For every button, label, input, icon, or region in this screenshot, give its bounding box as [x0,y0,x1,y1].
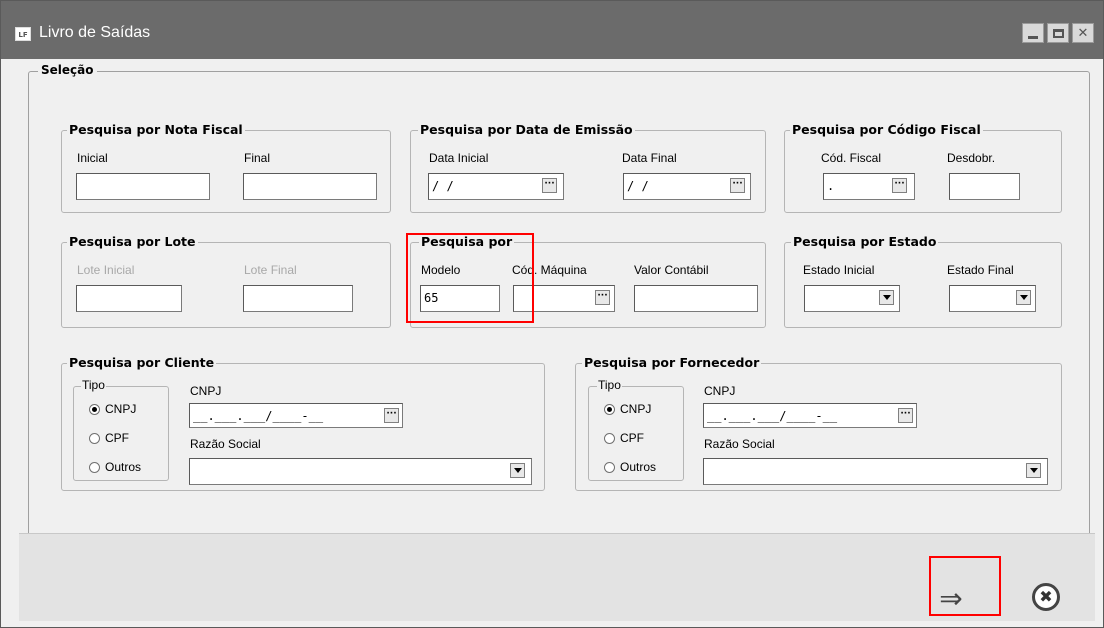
cliente-radio-cnpj[interactable]: CNPJ [89,402,136,416]
cliente-razao-social-dropdown-button[interactable] [510,463,525,478]
livro-de-saidas-window: LF Livro de Saídas ✕ Seleção Pesquisa po… [0,0,1104,628]
fornecedor-radio-cnpj-label: CNPJ [620,402,652,416]
fornecedor-radio-cpf-label: CPF [620,431,644,445]
nota-final-label: Final [244,151,271,165]
lote-inicial-input[interactable] [76,285,182,312]
fornecedor-cnpj-input[interactable]: __.___.___/____-__ [703,403,917,428]
app-logo-icon: LF [15,27,31,41]
estado-final-dropdown-button[interactable] [1016,290,1031,305]
fornecedor-cnpj-ellipsis-button[interactable]: ··· [898,408,913,423]
cancel-button[interactable]: ✖ [1029,580,1063,614]
radio-unselected-icon [604,461,615,473]
cod-fiscal-ellipsis-button[interactable]: ··· [892,178,907,193]
fornecedor-radio-cpf[interactable]: CPF [604,431,644,445]
nota-inicial-input[interactable] [76,173,210,200]
data-inicial-ellipsis-button[interactable]: ··· [542,178,557,193]
selecao-legend: Seleção [38,63,97,77]
cod-maquina-ellipsis-button[interactable]: ··· [595,290,610,305]
window-title: Livro de Saídas [39,24,151,41]
cliente-legend: Pesquisa por Cliente [67,355,217,370]
cancel-icon: ✖ [1032,583,1060,611]
cliente-cnpj-ellipsis-button[interactable]: ··· [384,408,399,423]
nota-inicial-label: Inicial [77,151,108,165]
nota-fiscal-legend: Pesquisa por Nota Fiscal [67,122,245,137]
data-emissao-group [410,130,766,213]
lote-legend: Pesquisa por Lote [67,234,198,249]
chevron-down-icon [1019,295,1028,300]
estado-inicial-dropdown-button[interactable] [879,290,894,305]
fornecedor-radio-outros-label: Outros [620,460,657,474]
valor-contabil-input[interactable] [634,285,758,312]
radio-selected-icon [604,403,615,415]
fornecedor-legend: Pesquisa por Fornecedor [582,355,762,370]
radio-unselected-icon [89,432,100,444]
chevron-down-icon [513,468,522,473]
estado-legend: Pesquisa por Estado [791,234,939,249]
minimize-button[interactable] [1022,23,1044,43]
valor-contabil-label: Valor Contábil [634,263,709,277]
close-button[interactable]: ✕ [1072,23,1094,43]
fornecedor-razao-social-select[interactable] [703,458,1048,485]
data-emissao-legend: Pesquisa por Data de Emissão [418,122,635,137]
fornecedor-razao-social-label: Razão Social [704,437,775,451]
nota-final-input[interactable] [243,173,377,200]
lote-final-label: Lote Final [244,263,297,277]
nota-fiscal-group [61,130,391,213]
cliente-radio-cpf-label: CPF [105,431,129,445]
cliente-radio-cnpj-label: CNPJ [105,402,137,416]
modelo-highlight-box [406,233,534,323]
codigo-fiscal-legend: Pesquisa por Código Fiscal [790,122,983,137]
data-final-label: Data Final [622,151,677,165]
fornecedor-radio-cnpj[interactable]: CNPJ [604,402,651,416]
fornecedor-radio-outros[interactable]: Outros [604,460,656,474]
data-inicial-label: Data Inicial [429,151,489,165]
cliente-tipo-legend: Tipo [81,378,106,392]
estado-final-label: Estado Final [947,263,1014,277]
desdobr-label: Desdobr. [947,151,996,165]
maximize-icon [1052,28,1064,38]
fornecedor-cnpj-label: CNPJ [704,384,736,398]
cliente-cnpj-input[interactable]: __.___.___/____-__ [189,403,403,428]
desdobr-input[interactable] [949,173,1020,200]
radio-selected-icon [89,403,100,415]
cliente-razao-social-label: Razão Social [190,437,261,451]
cliente-radio-outros-label: Outros [105,460,142,474]
close-icon: ✕ [1077,25,1089,41]
fornecedor-tipo-legend: Tipo [597,378,622,392]
cliente-razao-social-select[interactable] [189,458,532,485]
cliente-radio-cpf[interactable]: CPF [89,431,129,445]
chevron-down-icon [1029,468,1038,473]
maximize-button[interactable] [1047,23,1069,43]
cod-fiscal-label: Cód. Fiscal [821,151,882,165]
title-bar[interactable]: LF Livro de Saídas ✕ [1,1,1103,59]
codigo-fiscal-group [784,130,1062,213]
lote-final-input[interactable] [243,285,353,312]
minimize-icon [1028,35,1038,39]
lote-inicial-label: Lote Inicial [77,263,135,277]
cliente-cnpj-label: CNPJ [190,384,222,398]
cliente-radio-outros[interactable]: Outros [89,460,141,474]
fornecedor-razao-social-dropdown-button[interactable] [1026,463,1041,478]
radio-unselected-icon [89,461,100,473]
radio-unselected-icon [604,432,615,444]
execute-highlight-box [929,556,1001,616]
data-final-ellipsis-button[interactable]: ··· [730,178,745,193]
chevron-down-icon [882,295,891,300]
estado-inicial-label: Estado Inicial [803,263,875,277]
